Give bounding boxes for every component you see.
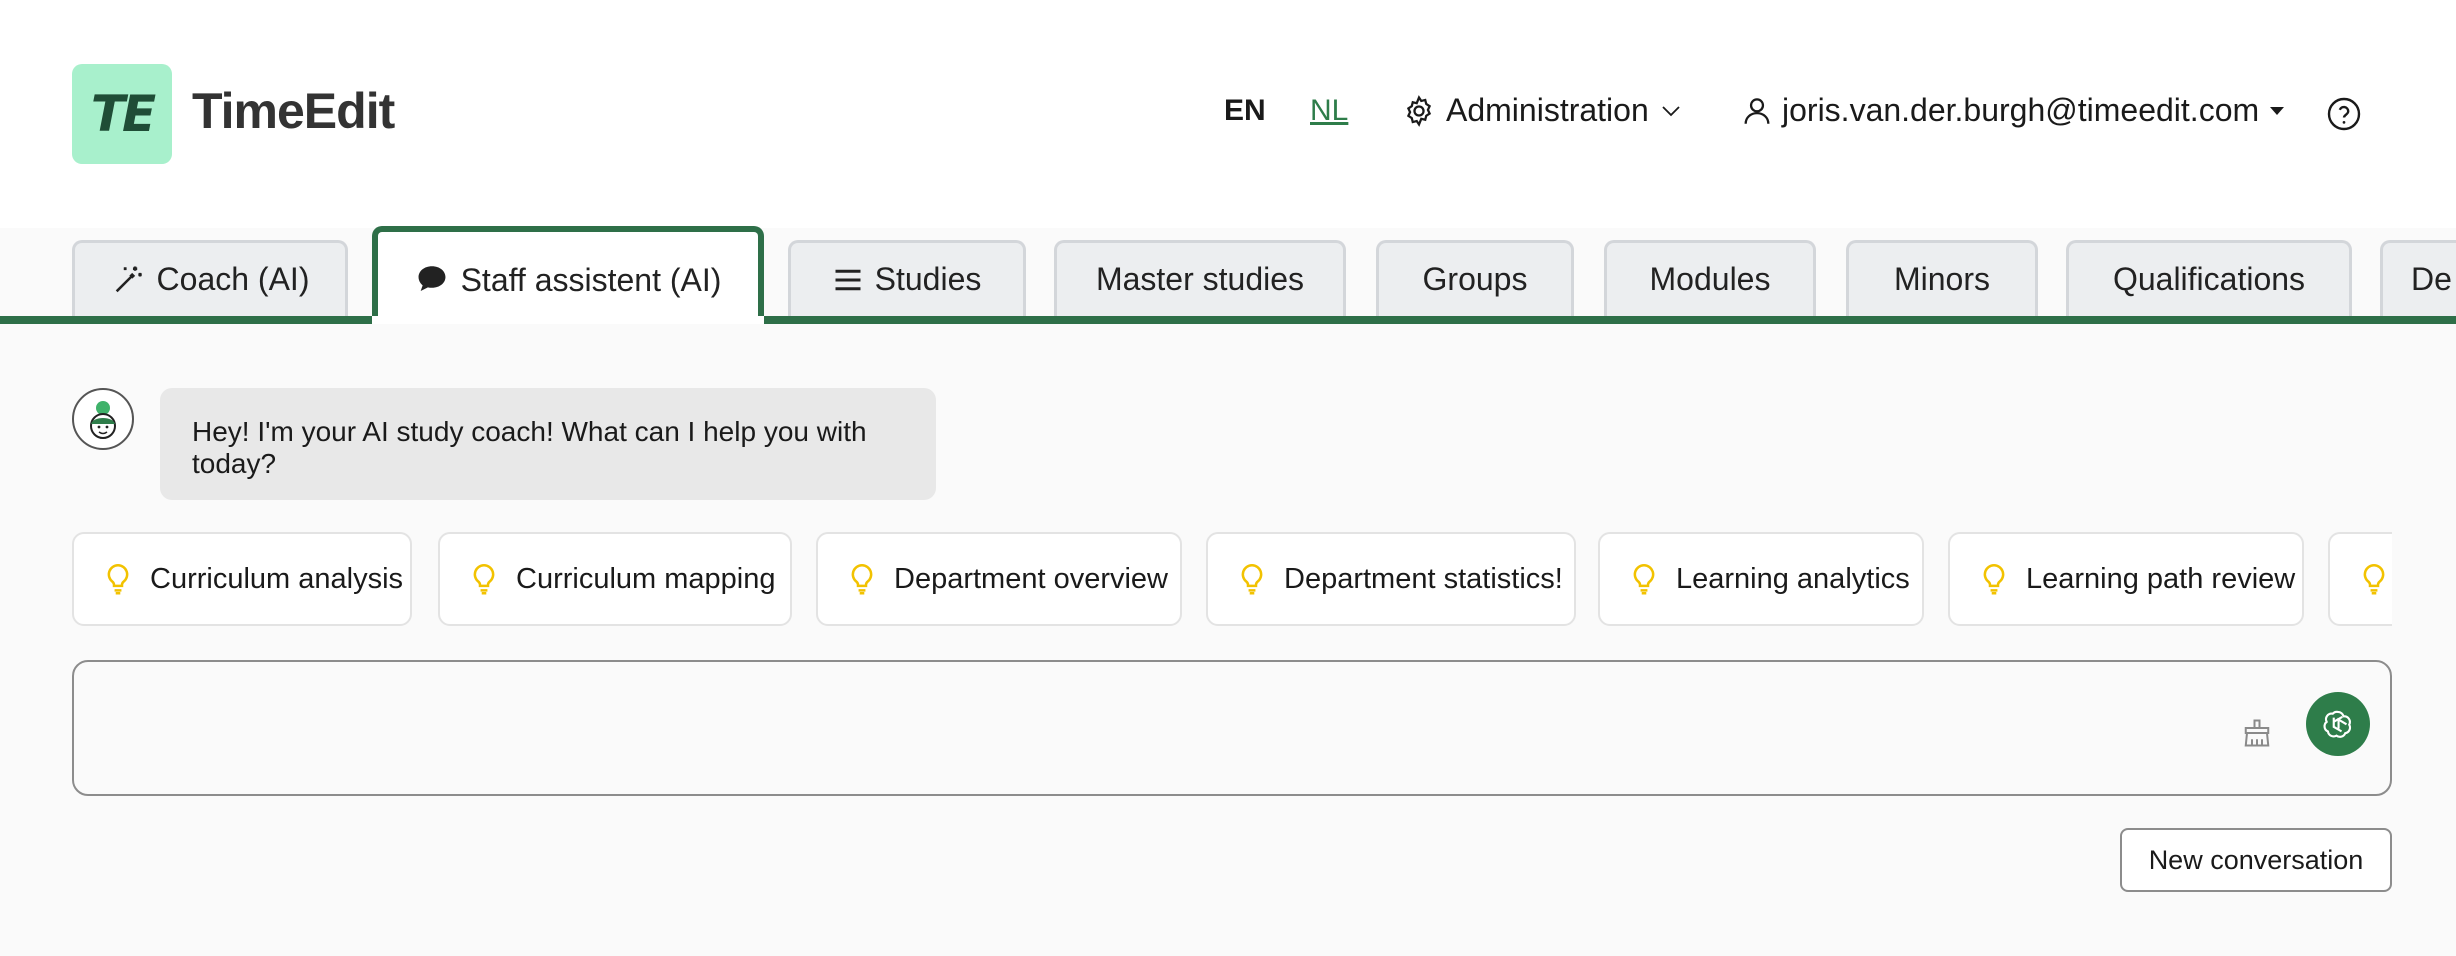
tab-groups[interactable]: Groups [1376,240,1574,316]
help-icon[interactable] [2326,96,2362,132]
lightbulb-icon [1633,564,1655,595]
user-email: joris.van.der.burgh@timeedit.com [1782,92,2260,128]
user-menu[interactable]: joris.van.der.burgh@timeedit.com [1740,92,2287,129]
message-input-box [72,660,2392,796]
suggestion-label: Curriculum analysis [150,562,404,595]
tab-label: Qualifications [2112,261,2306,297]
caret-down-icon [2270,106,2285,115]
tab-master-studies[interactable]: Master studies [1054,240,1346,316]
tab-label: Modules [1649,261,1771,297]
brand-name: TimeEdit [192,83,395,139]
timeedit-logo[interactable]: TE [72,64,172,164]
assistant-message-bubble: Hey! I'm your AI study coach! What can I… [160,388,936,500]
list-icon [835,269,861,290]
lightbulb-icon [1241,564,1263,595]
administration-menu[interactable]: Administration [1402,92,1683,129]
tab-label: Staff assistent (AI) [460,262,722,298]
send-button[interactable] [2306,692,2370,756]
administration-label: Administration [1446,92,1649,128]
tab-label: Studies [874,261,982,297]
suggestion-chip[interactable]: Curriculum mapping [438,532,792,626]
lightbulb-icon [473,564,495,595]
coach-avatar-icon [90,401,116,439]
suggestion-label: Department statistics! [1284,562,1563,595]
tab-underline [0,316,2456,324]
assistant-message-text: Hey! I'm your AI study coach! What can I… [192,416,867,479]
suggestion-chips: Curriculum analysis Curriculum mapping D… [72,532,2392,626]
coach-avatar [72,388,134,450]
new-conversation-button[interactable]: New conversation [2120,828,2392,892]
chat-bubble-icon [418,266,446,292]
ai-send-icon [2323,710,2352,738]
magic-wand-icon [115,266,142,292]
suggestion-chip[interactable]: Learning path review [1948,532,2304,626]
lightbulb-icon [1983,564,2005,595]
tab-label: Minors [1893,261,1990,297]
clear-broom-icon[interactable] [2242,718,2272,748]
logo-text: TE [90,85,156,143]
lightbulb-icon [2363,564,2385,595]
tab-label: Coach (AI) [156,261,310,297]
suggestion-label: Learning path review [2026,562,2296,595]
tab-coach[interactable]: Coach (AI) [72,240,348,316]
suggestion-label: Department overview [894,562,1168,595]
language-en-link[interactable]: EN [1224,94,1266,128]
language-nl-link[interactable]: NL [1310,94,1348,128]
tab-staff-assistent[interactable]: Staff assistent (AI) [372,226,764,324]
tab-studies[interactable]: Studies [788,240,1026,316]
tab-label: De [2411,261,2452,297]
suggestion-chip[interactable]: Learning analytics [1598,532,1924,626]
user-icon [1744,97,1770,124]
suggestion-chip[interactable]: Curriculum analysis [72,532,412,626]
tab-label: Master studies [1095,261,1305,297]
tab-minors[interactable]: Minors [1846,240,2038,316]
lightbulb-icon [107,564,129,595]
suggestion-chip-partial[interactable] [2328,532,2392,626]
gear-icon [1406,94,1432,127]
lightbulb-icon [851,564,873,595]
tab-modules[interactable]: Modules [1604,240,1816,316]
message-input[interactable] [98,682,2242,774]
tab-qualifications[interactable]: Qualifications [2066,240,2352,316]
tab-label: Groups [1422,261,1528,297]
suggestion-chip[interactable]: Department statistics! [1206,532,1576,626]
chevron-down-icon [1662,105,1680,116]
suggestion-chip[interactable]: Department overview [816,532,1182,626]
suggestion-label: Curriculum mapping [516,562,776,595]
tab-de-partial[interactable]: De [2380,240,2456,316]
suggestion-label: Learning analytics [1676,562,1910,595]
